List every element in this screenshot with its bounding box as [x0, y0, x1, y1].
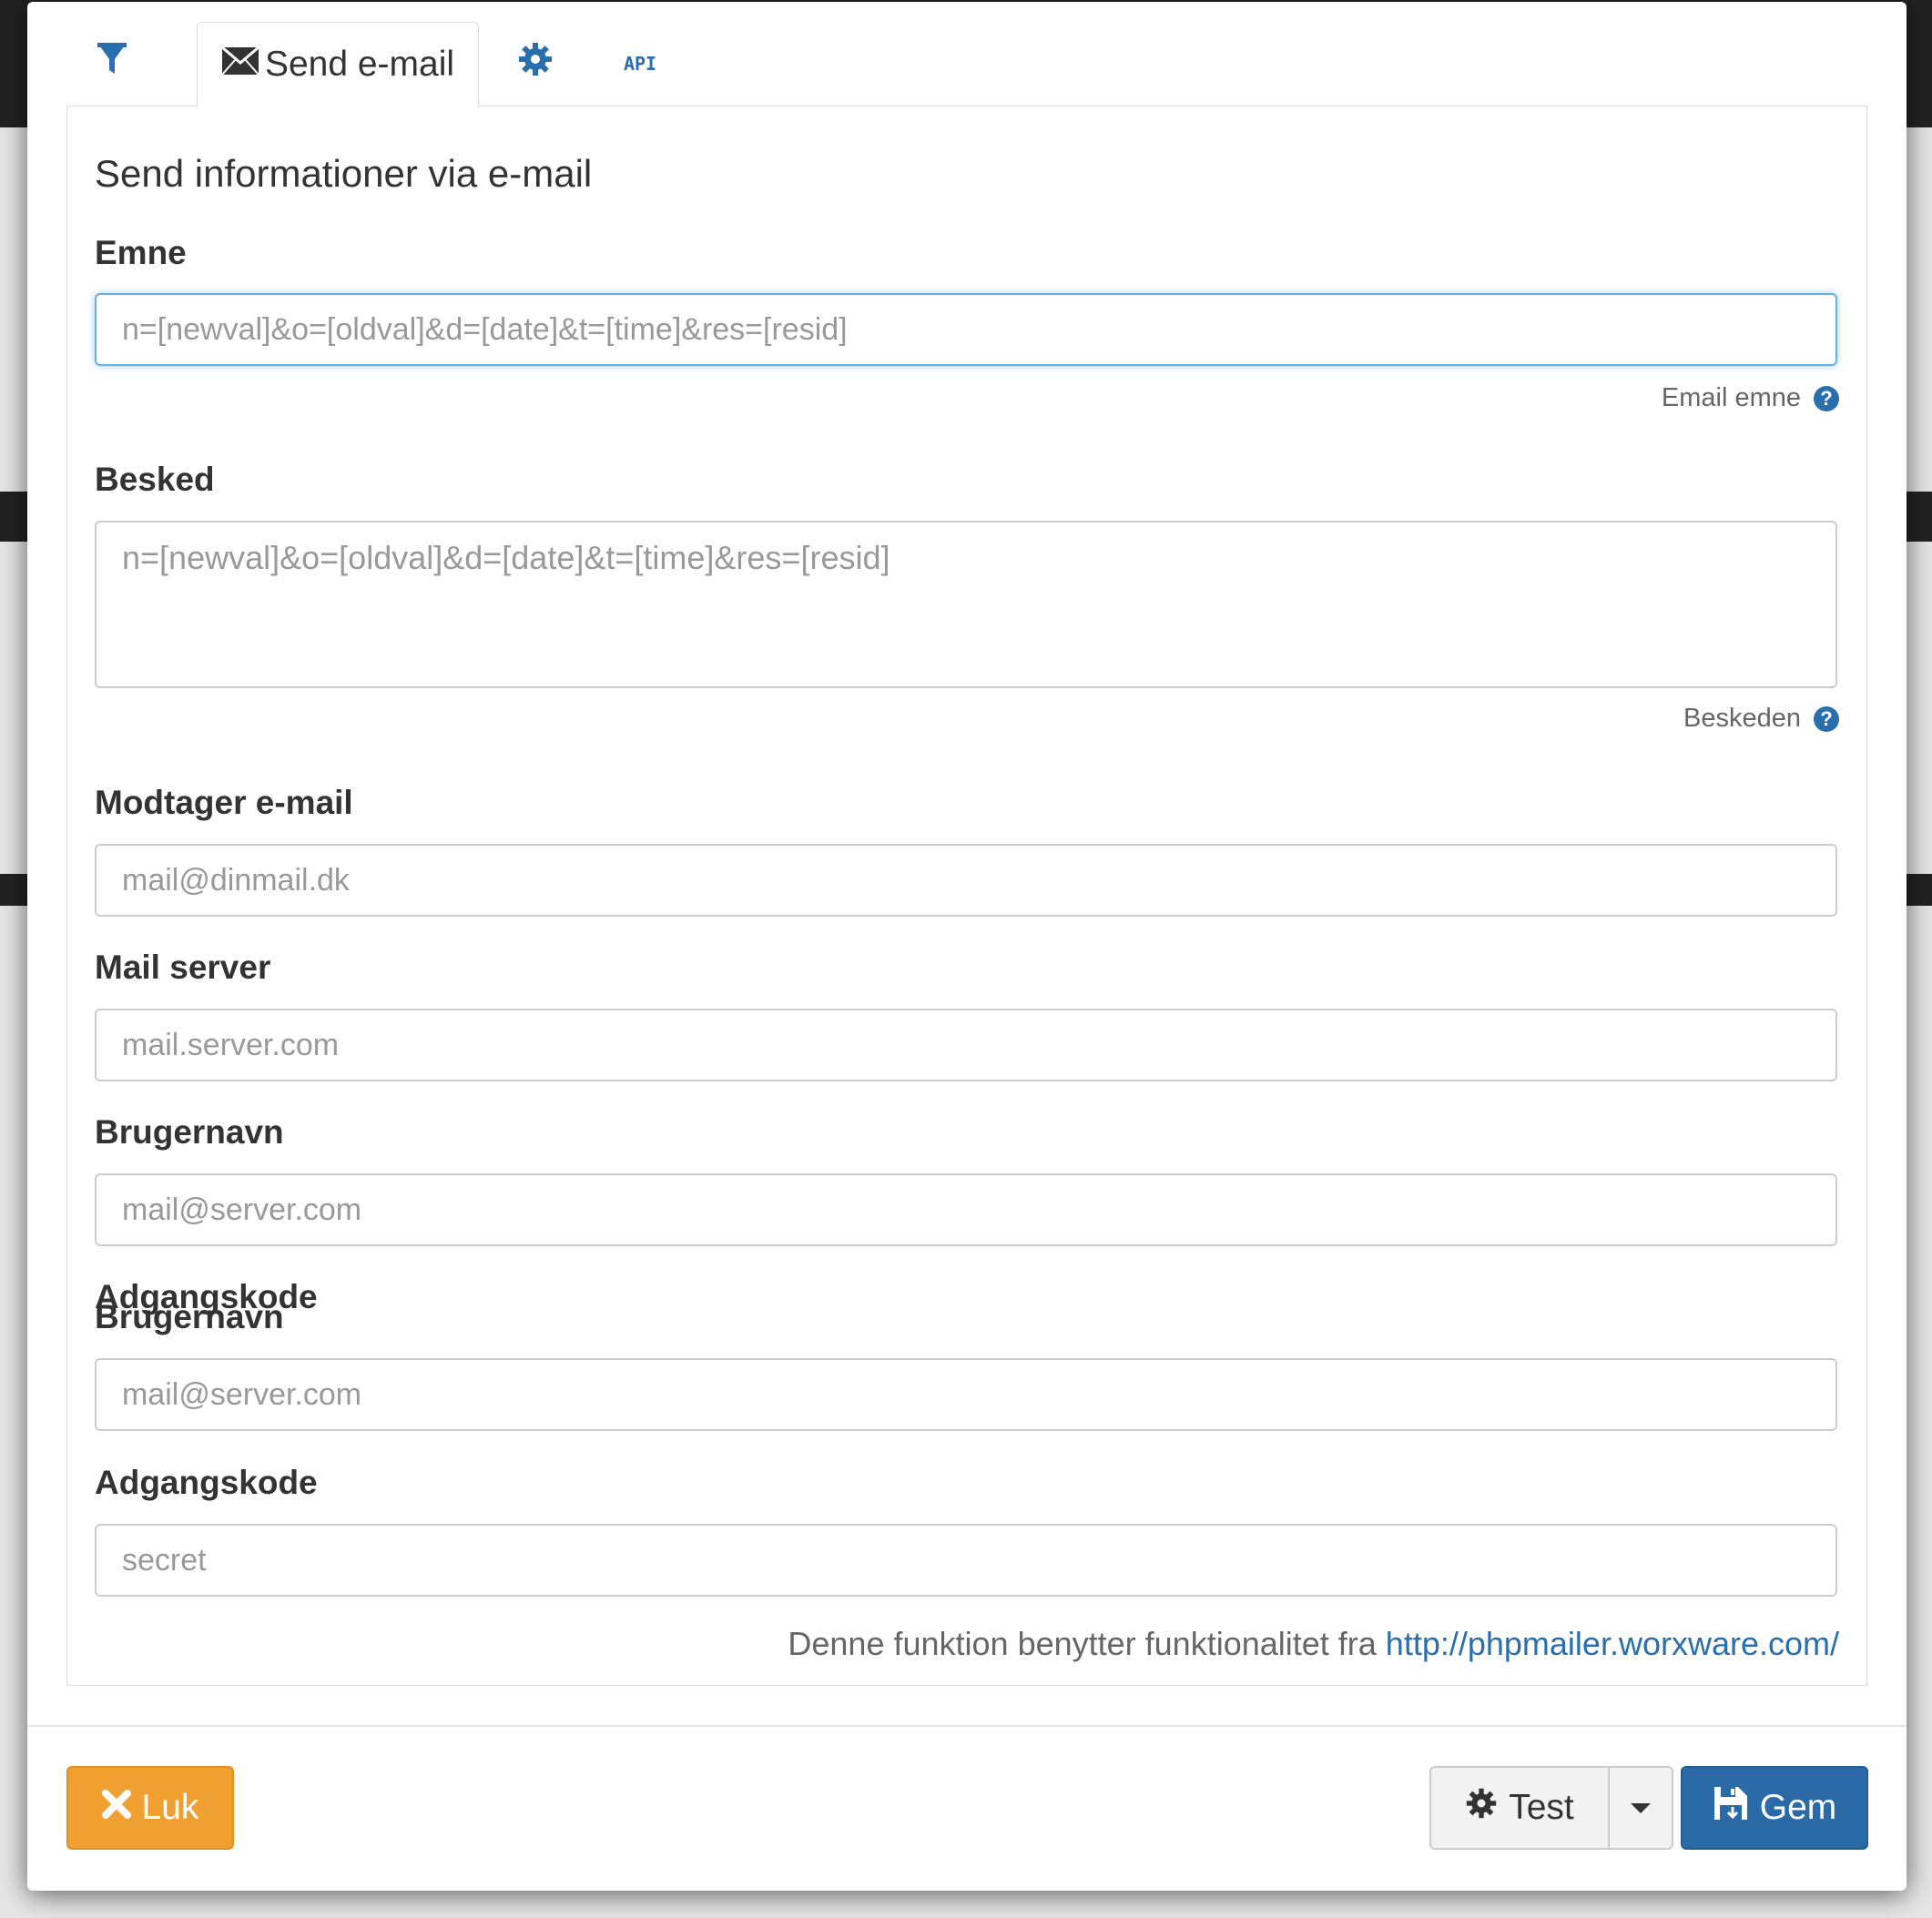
test-button-label: Test — [1509, 1788, 1574, 1827]
save-button[interactable]: Gem — [1681, 1766, 1868, 1850]
tab-filter[interactable] — [66, 22, 158, 106]
tab-api[interactable]: API — [595, 22, 686, 106]
gear-icon — [1465, 1787, 1498, 1829]
recipient-email-input[interactable] — [95, 844, 1837, 917]
test-dropdown-toggle[interactable] — [1608, 1766, 1673, 1850]
panel-heading: Send informationer via e-mail — [95, 152, 593, 195]
filter-icon — [96, 41, 128, 86]
phpmailer-link[interactable]: http://phpmailer.worxware.com/ — [1386, 1625, 1839, 1662]
send-email-panel: Send informationer via e-mail Emne Email… — [66, 106, 1867, 1686]
password-input[interactable] — [95, 1524, 1837, 1597]
message-textarea[interactable] — [95, 521, 1837, 688]
username-input[interactable] — [95, 1173, 1837, 1246]
caret-down-icon — [1631, 1802, 1651, 1813]
duplicate-username-input[interactable] — [95, 1358, 1837, 1431]
help-icon[interactable]: ? — [1814, 705, 1839, 732]
subject-input[interactable] — [95, 293, 1837, 366]
test-button[interactable]: Test — [1429, 1766, 1610, 1850]
save-button-label: Gem — [1759, 1788, 1837, 1827]
mail-server-label: Mail server — [95, 949, 271, 986]
tab-bar: Send e-mail API — [66, 22, 1867, 107]
phpmailer-note-text: Denne funktion benytter funktionalitet f… — [788, 1625, 1386, 1662]
phpmailer-note: Denne funktion benytter funktionalitet f… — [788, 1625, 1839, 1663]
gear-icon — [517, 41, 554, 86]
close-button[interactable]: Luk — [66, 1766, 234, 1850]
overlap-username-label: Brugernavn — [95, 1298, 284, 1335]
message-help: Beskeden ? — [1683, 704, 1839, 734]
envelope-icon — [220, 45, 259, 85]
modal-footer-divider — [27, 1725, 1907, 1727]
save-icon — [1713, 1785, 1749, 1831]
close-button-label: Luk — [141, 1788, 199, 1827]
message-label: Besked — [95, 461, 215, 498]
subject-help: Email emne ? — [1662, 383, 1839, 413]
username-label: Brugernavn — [95, 1113, 284, 1151]
tab-send-email[interactable]: Send e-mail — [197, 22, 479, 107]
password-label: Adgangskode — [95, 1464, 318, 1501]
close-icon — [101, 1788, 131, 1828]
recipient-label: Modtager e-mail — [95, 784, 353, 821]
tab-send-email-label: Send e-mail — [264, 45, 455, 84]
email-settings-modal: Send e-mail API Send informationer via e… — [27, 2, 1907, 1891]
mail-server-input[interactable] — [95, 1009, 1837, 1081]
help-icon[interactable]: ? — [1814, 385, 1839, 411]
tab-settings[interactable] — [490, 22, 581, 106]
message-help-text: Beskeden — [1683, 704, 1801, 733]
api-icon: API — [623, 53, 657, 75]
subject-help-text: Email emne — [1661, 383, 1801, 412]
subject-label: Emne — [95, 234, 187, 271]
